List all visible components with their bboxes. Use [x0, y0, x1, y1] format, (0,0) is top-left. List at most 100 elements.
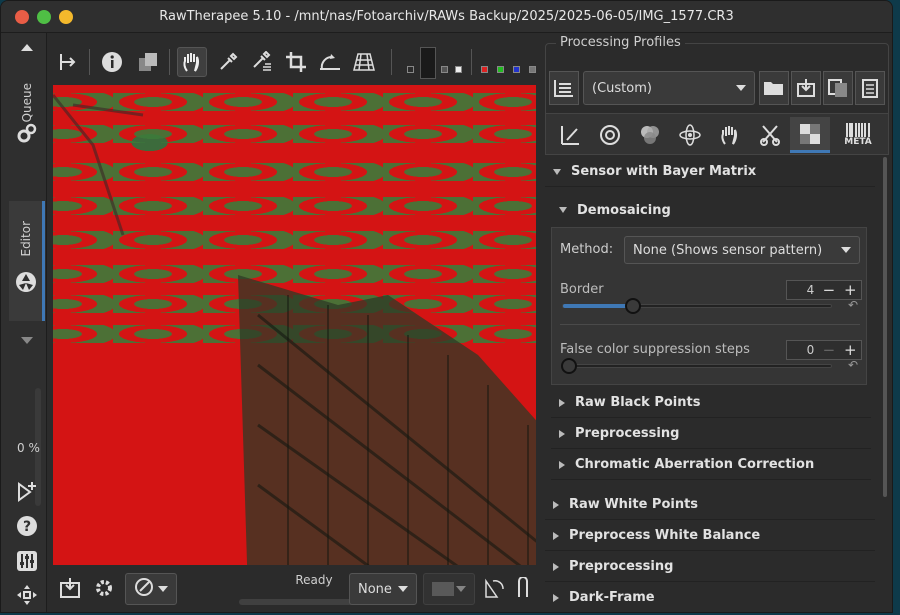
false-color-spinner[interactable]: 0 − +: [786, 340, 862, 360]
false-color-value: 0: [806, 343, 815, 357]
queue-gear-icon[interactable]: [89, 573, 119, 603]
queue-label: Queue: [20, 83, 34, 123]
paste-profile-icon[interactable]: [855, 71, 885, 105]
section-raw-black-points[interactable]: Raw Black Points: [551, 388, 871, 418]
color-picker-icon[interactable]: [213, 47, 243, 77]
building-silhouette: [238, 275, 536, 565]
tab-color-icon[interactable]: [630, 117, 670, 153]
crop-icon[interactable]: [281, 47, 311, 77]
white-balance-picker-icon[interactable]: [247, 47, 277, 77]
svg-text:?: ?: [23, 519, 31, 535]
section-title: Raw Black Points: [575, 395, 701, 410]
section-title: Preprocessing: [569, 559, 674, 574]
open-profile-icon[interactable]: [759, 71, 789, 105]
preview-white-icon[interactable]: [455, 66, 462, 73]
profile-select[interactable]: None: [349, 573, 417, 605]
section-preprocessing-sub[interactable]: Preprocessing: [551, 419, 871, 449]
tab-favorites-icon[interactable]: [550, 117, 590, 153]
tab-exposure-icon[interactable]: [590, 117, 630, 153]
flip-icon[interactable]: [509, 573, 539, 603]
tab-local-adjustments-icon[interactable]: [710, 117, 750, 153]
expand-icon: [559, 398, 565, 407]
toolbar-divider: [471, 49, 472, 75]
preview-black-icon[interactable]: [407, 66, 414, 73]
channel-green-icon[interactable]: [497, 66, 504, 73]
section-title: Chromatic Aberration Correction: [575, 457, 815, 472]
tab-raw-icon[interactable]: [790, 117, 830, 153]
expand-icon: [553, 500, 559, 509]
tab-advanced-icon[interactable]: [670, 117, 710, 153]
channel-red-icon[interactable]: [481, 66, 488, 73]
expand-icon: [559, 207, 567, 213]
section-preprocess-white-balance[interactable]: Preprocess White Balance: [545, 521, 875, 551]
toolbar-divider: [89, 49, 90, 75]
decrement-icon[interactable]: −: [818, 341, 839, 359]
slider-knob[interactable]: [625, 298, 641, 314]
reset-icon[interactable]: ↶: [848, 298, 858, 312]
preview-gray-icon[interactable]: [441, 66, 448, 73]
expand-icon: [559, 460, 565, 469]
false-color-label: False color suppression steps: [560, 342, 750, 357]
section-dark-frame[interactable]: Dark-Frame: [545, 583, 875, 612]
increment-icon[interactable]: +: [840, 341, 861, 359]
section-title: Preprocess White Balance: [569, 528, 761, 543]
image-preview[interactable]: [53, 85, 536, 565]
chevron-down-icon: [158, 586, 168, 592]
method-select[interactable]: None (Shows sensor pattern): [624, 236, 860, 264]
save-profile-icon[interactable]: [791, 71, 821, 105]
tab-transform-icon[interactable]: [750, 117, 790, 153]
sliders-icon[interactable]: [15, 549, 39, 573]
hand-icon[interactable]: [177, 47, 207, 77]
slider-knob[interactable]: [561, 358, 577, 374]
section-raw-white-points[interactable]: Raw White Points: [545, 490, 875, 520]
tab-editor[interactable]: Editor: [9, 201, 45, 321]
demosaicing-panel: Method: None (Shows sensor pattern) Bord…: [551, 227, 867, 385]
histogram-mode-select[interactable]: [423, 573, 475, 605]
preview-grayscale-icon[interactable]: [420, 47, 436, 79]
profile-list-icon[interactable]: [549, 71, 579, 105]
before-after-icon[interactable]: [133, 47, 163, 77]
move-icon[interactable]: [15, 583, 39, 607]
expand-icon: [553, 168, 561, 175]
chevron-down-icon: [398, 586, 408, 592]
border-value: 4: [806, 283, 815, 297]
reset-icon[interactable]: ↶: [848, 358, 858, 372]
scrollbar[interactable]: [883, 157, 887, 497]
section-title: Sensor with Bayer Matrix: [571, 164, 757, 179]
barcode-icon: [846, 123, 870, 137]
copy-profile-icon[interactable]: [823, 71, 853, 105]
collapse-up-icon[interactable]: [15, 35, 39, 59]
tab-meta[interactable]: META: [838, 117, 878, 153]
border-label: Border: [560, 282, 604, 297]
channel-blue-icon[interactable]: [513, 66, 520, 73]
border-slider[interactable]: [562, 298, 832, 314]
gears-icon[interactable]: [15, 121, 39, 145]
channel-luminance-icon[interactable]: [529, 66, 536, 73]
section-title: Demosaicing: [577, 202, 671, 218]
help-icon[interactable]: ?: [15, 514, 39, 538]
rotate-icon[interactable]: [479, 573, 509, 603]
section-demosaicing[interactable]: Demosaicing: [551, 195, 871, 225]
increment-icon[interactable]: +: [840, 281, 861, 299]
straighten-icon[interactable]: [315, 47, 345, 77]
section-chromatic-aberration[interactable]: Chromatic Aberration Correction: [551, 450, 871, 480]
tool-scroll-area[interactable]: Sensor with Bayer Matrix Demosaicing Met…: [545, 157, 889, 612]
save-image-icon[interactable]: [55, 573, 85, 603]
processing-profile-select[interactable]: (Custom): [583, 71, 755, 105]
decrement-icon[interactable]: −: [818, 281, 839, 299]
add-filter-icon[interactable]: [15, 479, 39, 503]
section-title: Preprocessing: [575, 426, 680, 441]
section-sensor-bayer[interactable]: Sensor with Bayer Matrix: [545, 157, 875, 187]
toolbar-divider: [391, 49, 392, 75]
section-preprocessing[interactable]: Preprocessing: [545, 552, 875, 582]
external-editor-button[interactable]: [125, 573, 177, 605]
chevron-down-icon[interactable]: [15, 329, 39, 353]
title-bar: RawTherapee 5.10 - /mnt/nas/Fotoarchiv/R…: [1, 1, 892, 33]
perspective-grid-icon[interactable]: [349, 47, 379, 77]
false-color-slider[interactable]: [561, 358, 832, 374]
info-icon[interactable]: [97, 47, 127, 77]
panel-toggle-icon[interactable]: [53, 47, 83, 77]
border-spinner[interactable]: 4 − +: [786, 280, 862, 300]
histogram-icon: [432, 582, 454, 596]
meta-label: META: [844, 137, 872, 147]
